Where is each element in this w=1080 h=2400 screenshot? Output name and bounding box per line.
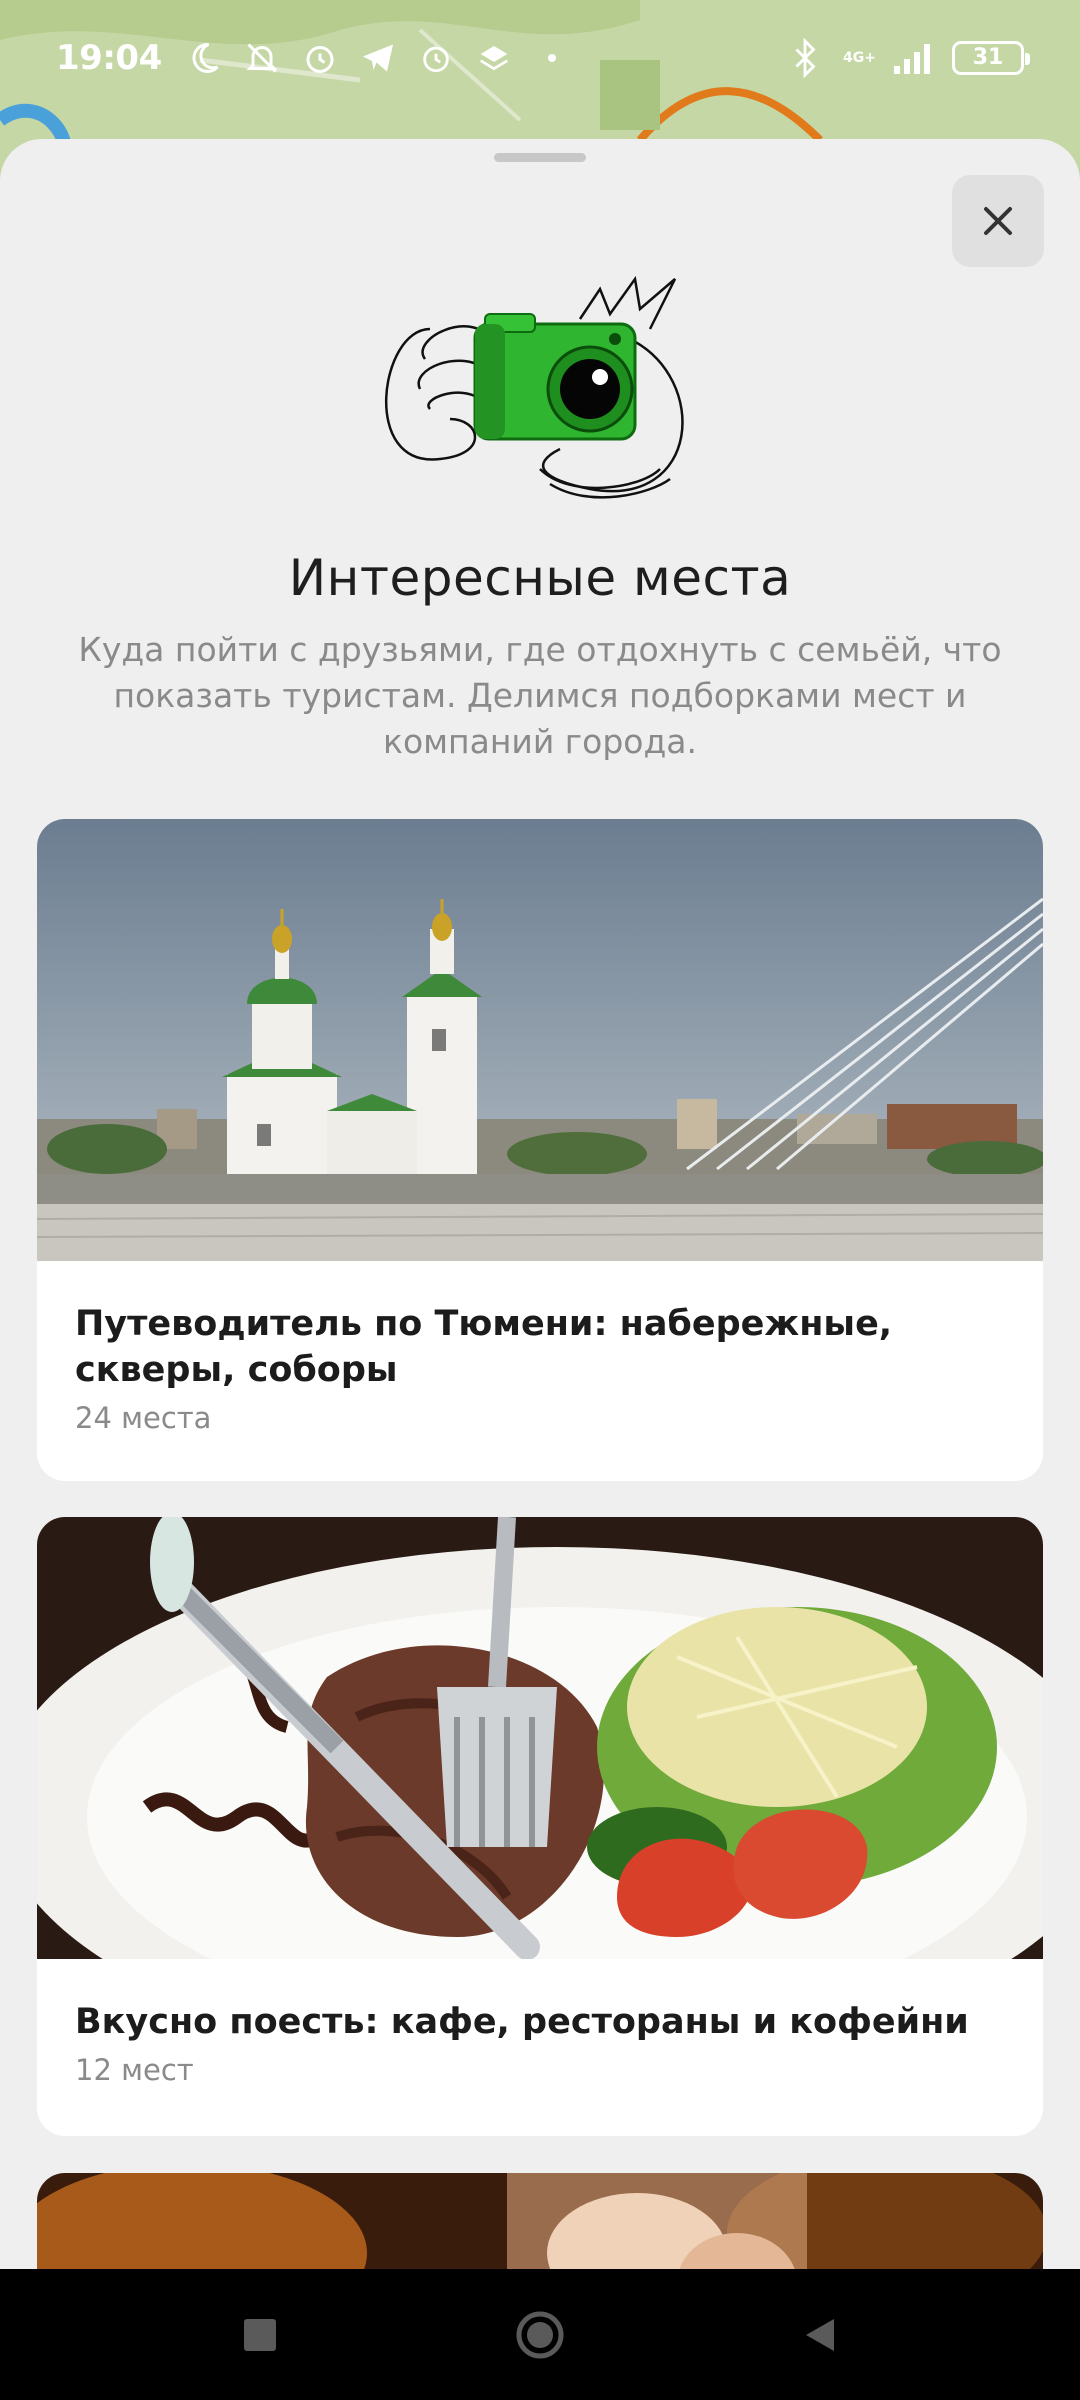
sheet-description: Куда пойти с друзьями, где отдохнуть с с… — [78, 630, 1002, 761]
sheet-title: Интересные места — [288, 549, 792, 607]
card-count: 12 мест — [75, 2053, 194, 2087]
collection-card-drinks[interactable] — [37, 2173, 1043, 2269]
network-type: 4G+ — [843, 49, 876, 66]
circle-icon — [516, 2311, 564, 2358]
dot-icon — [530, 36, 574, 80]
bluetooth-icon — [783, 36, 827, 80]
signal-icon — [892, 36, 936, 80]
photo-church-embankment — [37, 819, 1043, 1261]
mute-bell-icon — [240, 36, 284, 80]
card-title: Вкусно поесть: кафе, рестораны и кофейни — [75, 2002, 969, 2042]
battery-indicator: 31 — [952, 40, 1030, 75]
layers-icon — [472, 36, 516, 80]
drag-handle[interactable] — [494, 153, 586, 162]
status-bar: 19:04 4G+ 31 — [0, 0, 1080, 115]
system-nav-bar — [0, 2269, 1080, 2400]
alarm-icon — [298, 36, 342, 80]
status-time: 19:04 — [56, 37, 162, 78]
places-bottom-sheet: Интересные места Куда пойти с друзьями, … — [0, 139, 1080, 2269]
alarm-icon-2 — [414, 36, 458, 80]
card-title: Путеводитель по Тюмени: набережные, скве… — [75, 1304, 893, 1390]
card-count: 24 места — [75, 1401, 212, 1435]
triangle-back-icon — [806, 2318, 834, 2351]
moon-icon — [182, 36, 226, 80]
back-button[interactable] — [790, 2305, 850, 2365]
recents-button[interactable] — [230, 2305, 290, 2365]
collection-card-food[interactable]: Вкусно поесть: кафе, рестораны и кофейни… — [37, 1517, 1043, 2136]
camera-illustration — [384, 275, 684, 499]
home-button[interactable] — [510, 2305, 570, 2365]
telegram-icon — [356, 36, 400, 80]
close-icon — [984, 207, 1012, 235]
collection-card-guide[interactable]: Путеводитель по Тюмени: набережные, скве… — [37, 819, 1043, 1481]
photo-drink — [37, 2173, 1043, 2269]
close-button[interactable] — [952, 175, 1044, 267]
photo-steak-salad — [37, 1517, 1043, 1959]
battery-level: 31 — [972, 45, 1004, 70]
square-icon — [244, 2318, 276, 2351]
